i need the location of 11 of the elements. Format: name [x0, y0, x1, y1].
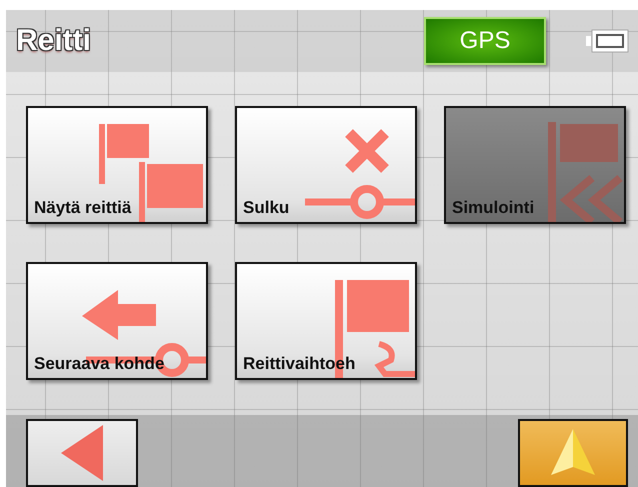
menu-tile[interactable]: Näytä reittiä [26, 106, 208, 224]
navigation-arrow-icon [551, 429, 595, 477]
battery-icon [586, 28, 630, 54]
menu-tile[interactable]: Sulku [235, 106, 417, 224]
menu-tile[interactable]: Seuraava kohde [26, 262, 208, 380]
back-button[interactable] [26, 419, 138, 487]
screen-title: Reitti [16, 24, 92, 58]
back-arrow-icon [61, 425, 103, 481]
navigate-button[interactable] [518, 419, 628, 487]
gps-indicator: GPS [424, 17, 546, 65]
menu-tile[interactable]: Reittivaihtoeh [235, 262, 417, 380]
